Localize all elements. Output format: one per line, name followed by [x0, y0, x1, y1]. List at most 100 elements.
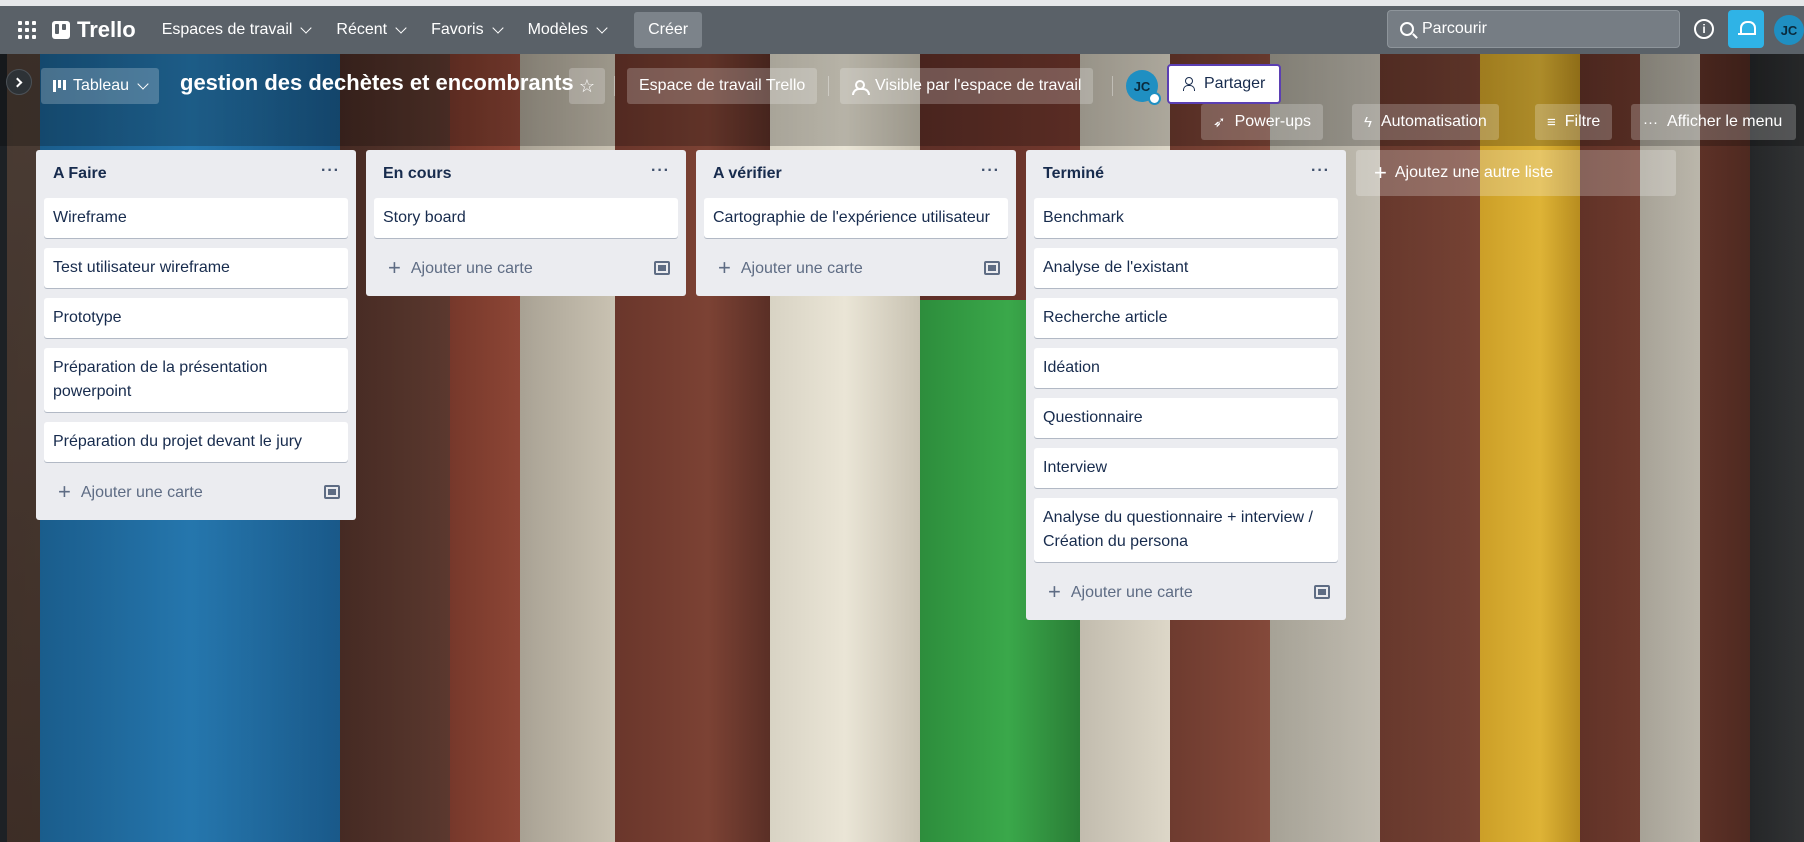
nav-templates-label: Modèles [527, 21, 589, 38]
card[interactable]: Wireframe [44, 198, 348, 238]
board-header: Tableau gestion des dechètes et encombra… [0, 54, 1804, 146]
search-placeholder: Parcourir [1422, 20, 1487, 37]
trello-logo[interactable]: Trello [52, 17, 136, 43]
list-a-verifier: A vérifier ··· Cartographie de l'expérie… [696, 150, 1016, 296]
add-card-button[interactable]: Ajouter une carte [1034, 572, 1338, 612]
filter-icon: ≡ [1547, 113, 1556, 131]
add-card-label: Ajouter une carte [1048, 579, 1193, 605]
card[interactable]: Préparation du projet devant le jury [44, 422, 348, 462]
nav-recent-label: Récent [336, 21, 388, 38]
chevron-down-icon [137, 77, 149, 90]
add-card-label: Ajouter une carte [718, 255, 863, 281]
chevron-down-icon [395, 21, 407, 34]
header-divider [614, 76, 615, 96]
board-title[interactable]: gestion des dechètes et encombrants [180, 70, 574, 96]
notifications-button[interactable] [1728, 10, 1764, 48]
trello-logo-icon [52, 21, 70, 39]
add-member-icon [1183, 77, 1197, 91]
top-navigation-bar: Trello Espaces de travail Récent Favoris… [0, 6, 1804, 54]
user-avatar[interactable]: JC [1774, 15, 1804, 45]
list-header: En cours ··· [374, 150, 678, 198]
list-header: Terminé ··· [1034, 150, 1338, 198]
rocket-icon: ➶ [1213, 114, 1226, 131]
card[interactable]: Analyse de l'existant [1034, 248, 1338, 288]
add-card-button[interactable]: Ajouter une carte [44, 472, 348, 512]
header-divider [1112, 76, 1113, 96]
add-list-button[interactable]: Ajoutez une autre liste [1356, 150, 1676, 196]
automation-label: Automatisation [1380, 113, 1487, 130]
card-template-icon[interactable] [654, 261, 670, 275]
card-template-icon[interactable] [1314, 585, 1330, 599]
trello-logo-text: Trello [77, 17, 136, 42]
list-menu-icon[interactable]: ··· [981, 162, 1000, 186]
list-menu-icon[interactable]: ··· [651, 162, 670, 186]
list-header: A vérifier ··· [704, 150, 1008, 198]
board-member-initials: JC [1133, 78, 1151, 94]
share-button[interactable]: Partager [1167, 64, 1282, 104]
visibility-label: Visible par l'espace de travail [875, 77, 1082, 94]
card[interactable]: Test utilisateur wireframe [44, 248, 348, 288]
nav-favorites-label: Favoris [431, 21, 484, 38]
admin-badge-icon [1148, 92, 1161, 105]
card[interactable]: Story board [374, 198, 678, 238]
chevron-right-icon [12, 77, 23, 87]
nav-workspaces[interactable]: Espaces de travail [162, 21, 313, 39]
list-title[interactable]: A vérifier [713, 165, 782, 183]
card-template-icon[interactable] [324, 485, 340, 499]
list-menu-icon[interactable]: ··· [321, 162, 340, 186]
search-icon [1400, 22, 1414, 36]
nav-favorites[interactable]: Favoris [431, 21, 504, 39]
list-header: A Faire ··· [44, 150, 348, 198]
nav-templates[interactable]: Modèles [527, 21, 608, 39]
chevron-down-icon [596, 21, 608, 34]
visibility-button[interactable]: Visible par l'espace de travail [840, 68, 1094, 104]
create-button[interactable]: Créer [634, 12, 703, 48]
card[interactable]: Prototype [44, 298, 348, 338]
add-card-label: Ajouter une carte [388, 255, 533, 281]
people-icon [852, 80, 870, 95]
chevron-down-icon [300, 21, 313, 34]
card[interactable]: Cartographie de l'expérience utilisateur [704, 198, 1008, 238]
add-card-button[interactable]: Ajouter une carte [374, 248, 678, 288]
more-icon: ··· [1643, 113, 1658, 131]
add-card-label: Ajouter une carte [58, 479, 203, 505]
card[interactable]: Analyse du questionnaire + interview / C… [1034, 498, 1338, 562]
header-divider [828, 76, 829, 96]
list-title[interactable]: A Faire [53, 165, 107, 183]
search-input[interactable]: Parcourir [1387, 10, 1680, 48]
bell-icon [1738, 21, 1756, 37]
powerups-button[interactable]: ➶ Power-ups [1201, 104, 1324, 140]
grid-icon[interactable] [16, 19, 38, 41]
star-icon: ☆ [578, 75, 596, 96]
show-menu-button[interactable]: ··· Afficher le menu [1631, 104, 1797, 140]
list-title[interactable]: Terminé [1043, 165, 1104, 183]
list-termine: Terminé ··· Benchmark Analyse de l'exist… [1026, 150, 1346, 620]
info-icon[interactable]: i [1694, 19, 1714, 39]
list-title[interactable]: En cours [383, 165, 451, 183]
filter-label: Filtre [1564, 113, 1601, 130]
automation-button[interactable]: ϟ Automatisation [1352, 104, 1499, 140]
card[interactable]: Recherche article [1034, 298, 1338, 338]
show-menu-label: Afficher le menu [1667, 113, 1783, 130]
add-card-button[interactable]: Ajouter une carte [704, 248, 1008, 288]
list-menu-icon[interactable]: ··· [1311, 162, 1330, 186]
filter-button[interactable]: ≡ Filtre [1535, 104, 1613, 140]
board-member-avatar[interactable]: JC [1126, 70, 1161, 105]
card[interactable]: Préparation de la présentation powerpoin… [44, 348, 348, 412]
card-template-icon[interactable] [984, 261, 1000, 275]
left-edge-frame [0, 40, 7, 842]
board-view-switcher[interactable]: Tableau [41, 68, 160, 104]
chevron-down-icon [491, 21, 504, 34]
powerups-label: Power-ups [1234, 113, 1312, 130]
sidebar-expand-button[interactable] [6, 69, 32, 95]
card[interactable]: Interview [1034, 448, 1338, 488]
list-en-cours: En cours ··· Story board Ajouter une car… [366, 150, 686, 296]
star-button[interactable]: ☆ [569, 68, 605, 104]
list-a-faire: A Faire ··· Wireframe Test utilisateur w… [36, 150, 356, 520]
workspace-button[interactable]: Espace de travail Trello [627, 68, 818, 104]
share-label: Partager [1204, 75, 1266, 92]
nav-recent[interactable]: Récent [336, 21, 407, 39]
card[interactable]: Questionnaire [1034, 398, 1338, 438]
card[interactable]: Idéation [1034, 348, 1338, 388]
card[interactable]: Benchmark [1034, 198, 1338, 238]
